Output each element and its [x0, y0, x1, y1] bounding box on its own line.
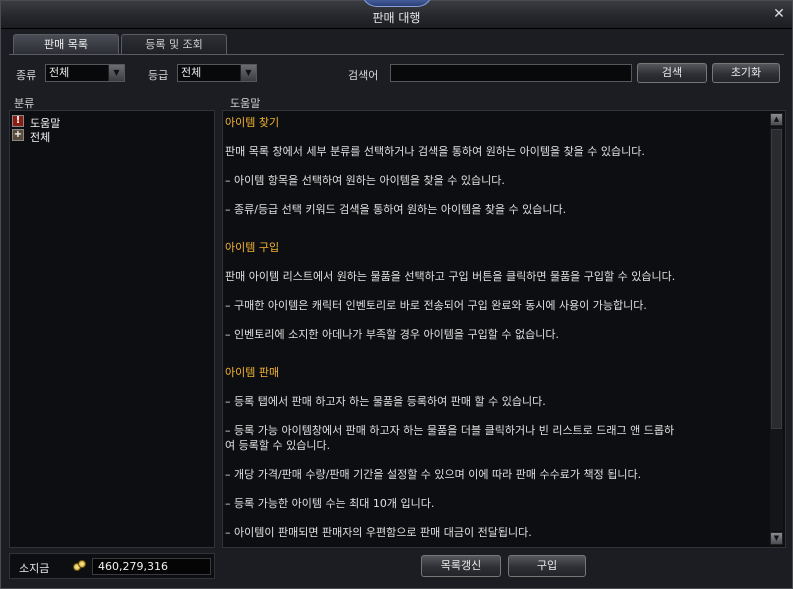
scroll-down-icon[interactable]: ▼	[770, 532, 783, 545]
type-select[interactable]: 전체 ▼	[45, 64, 125, 82]
help-heading: 아이템 판매	[225, 366, 280, 379]
scroll-track[interactable]	[770, 127, 783, 531]
search-button[interactable]: 검색	[637, 63, 707, 83]
type-label: 종류	[16, 69, 37, 82]
help-line: – 등록 탭에서 판매 하고자 하는 물품을 등록하여 판매 할 수 있습니다.	[225, 395, 546, 408]
help-line: – 등록 가능 아이템창에서 판매 하고자 하는 물품을 더블 클릭하거나 빈 …	[225, 424, 675, 437]
help-scrollbar[interactable]: ▲ ▼	[770, 113, 783, 545]
tab-sale-list[interactable]: 판매 목록	[13, 34, 119, 54]
auction-window: 판매 대행 ✕ 판매 목록 등록 및 조회 종류 전체 ▼ 등급 전체 ▼ 검색…	[0, 0, 793, 589]
help-line: 여 등록할 수 있습니다.	[225, 439, 331, 452]
help-line: – 등록 가능한 아이템 수는 최대 10개 입니다.	[225, 497, 435, 510]
type-select-value: 전체	[49, 66, 70, 79]
help-panel: 아이템 찾기 판매 목록 창에서 세부 분류를 선택하거나 검색을 통하여 원하…	[222, 110, 786, 548]
help-line: – 아이템 항목을 선택하여 원하는 아이템을 찾을 수 있습니다.	[225, 174, 505, 187]
money-box: 소지금 460,279,316	[9, 553, 215, 579]
title-bar[interactable]: 판매 대행 ✕	[1, 0, 792, 29]
close-icon[interactable]: ✕	[772, 7, 786, 21]
help-line: 판매 목록 창에서 세부 분류를 선택하거나 검색을 통하여 원하는 아이템을 …	[225, 145, 645, 158]
chevron-down-icon: ▼	[240, 65, 256, 81]
reset-button[interactable]: 초기화	[712, 63, 780, 83]
tree-item-label: 전체	[30, 131, 51, 144]
help-line: – 인벤토리에 소지한 아데나가 부족할 경우 아이템을 구입할 수 없습니다.	[225, 328, 559, 341]
scroll-up-icon[interactable]: ▲	[770, 113, 783, 126]
filter-row: 종류 전체 ▼ 등급 전체 ▼ 검색어 검색 초기화	[1, 63, 792, 85]
help-heading: 아이템 찾기	[225, 116, 280, 129]
help-line: – 개당 가격/판매 수량/판매 기간을 설정할 수 있으며 이에 따라 판매 …	[225, 468, 642, 481]
bottom-bar: 소지금 460,279,316 목록갱신 구입	[1, 553, 792, 583]
refresh-list-button[interactable]: 목록갱신	[421, 555, 501, 577]
scroll-thumb[interactable]	[771, 129, 782, 429]
money-value: 460,279,316	[92, 558, 211, 575]
help-line: – 구매한 아이템은 캐릭터 인벤토리로 바로 전송되어 구입 완료와 동시에 …	[225, 299, 647, 312]
help-heading: 아이템 구입	[225, 241, 280, 254]
money-label: 소지금	[19, 562, 50, 575]
search-label: 검색어	[348, 69, 379, 82]
grade-select[interactable]: 전체 ▼	[177, 64, 257, 82]
window-title: 판매 대행	[372, 11, 421, 25]
category-header: 분류	[14, 97, 35, 110]
chevron-down-icon: ▼	[108, 65, 124, 81]
title-ornament	[361, 0, 433, 7]
help-icon: !	[12, 115, 24, 127]
help-line: 판매 아이템 리스트에서 원하는 물품을 선택하고 구입 버튼을 클릭하면 물품…	[225, 270, 676, 283]
buy-button[interactable]: 구입	[508, 555, 586, 577]
grade-select-value: 전체	[181, 66, 202, 79]
help-line: – 아이템이 판매되면 판매자의 우편함으로 판매 대금이 전달됩니다.	[225, 526, 532, 539]
grade-label: 등급	[148, 69, 169, 82]
plus-icon[interactable]: +	[12, 129, 24, 141]
help-header: 도움말	[230, 97, 261, 110]
category-tree: ! 도움말 + 전체	[9, 110, 215, 548]
search-input[interactable]	[390, 64, 632, 82]
help-line: – 종류/등급 선택 키워드 검색을 통하여 원하는 아이템을 찾을 수 있습니…	[225, 203, 567, 216]
tab-register-and-query[interactable]: 등록 및 조회	[121, 34, 227, 54]
adena-coin-icon	[73, 560, 87, 572]
tab-divider	[9, 54, 784, 55]
